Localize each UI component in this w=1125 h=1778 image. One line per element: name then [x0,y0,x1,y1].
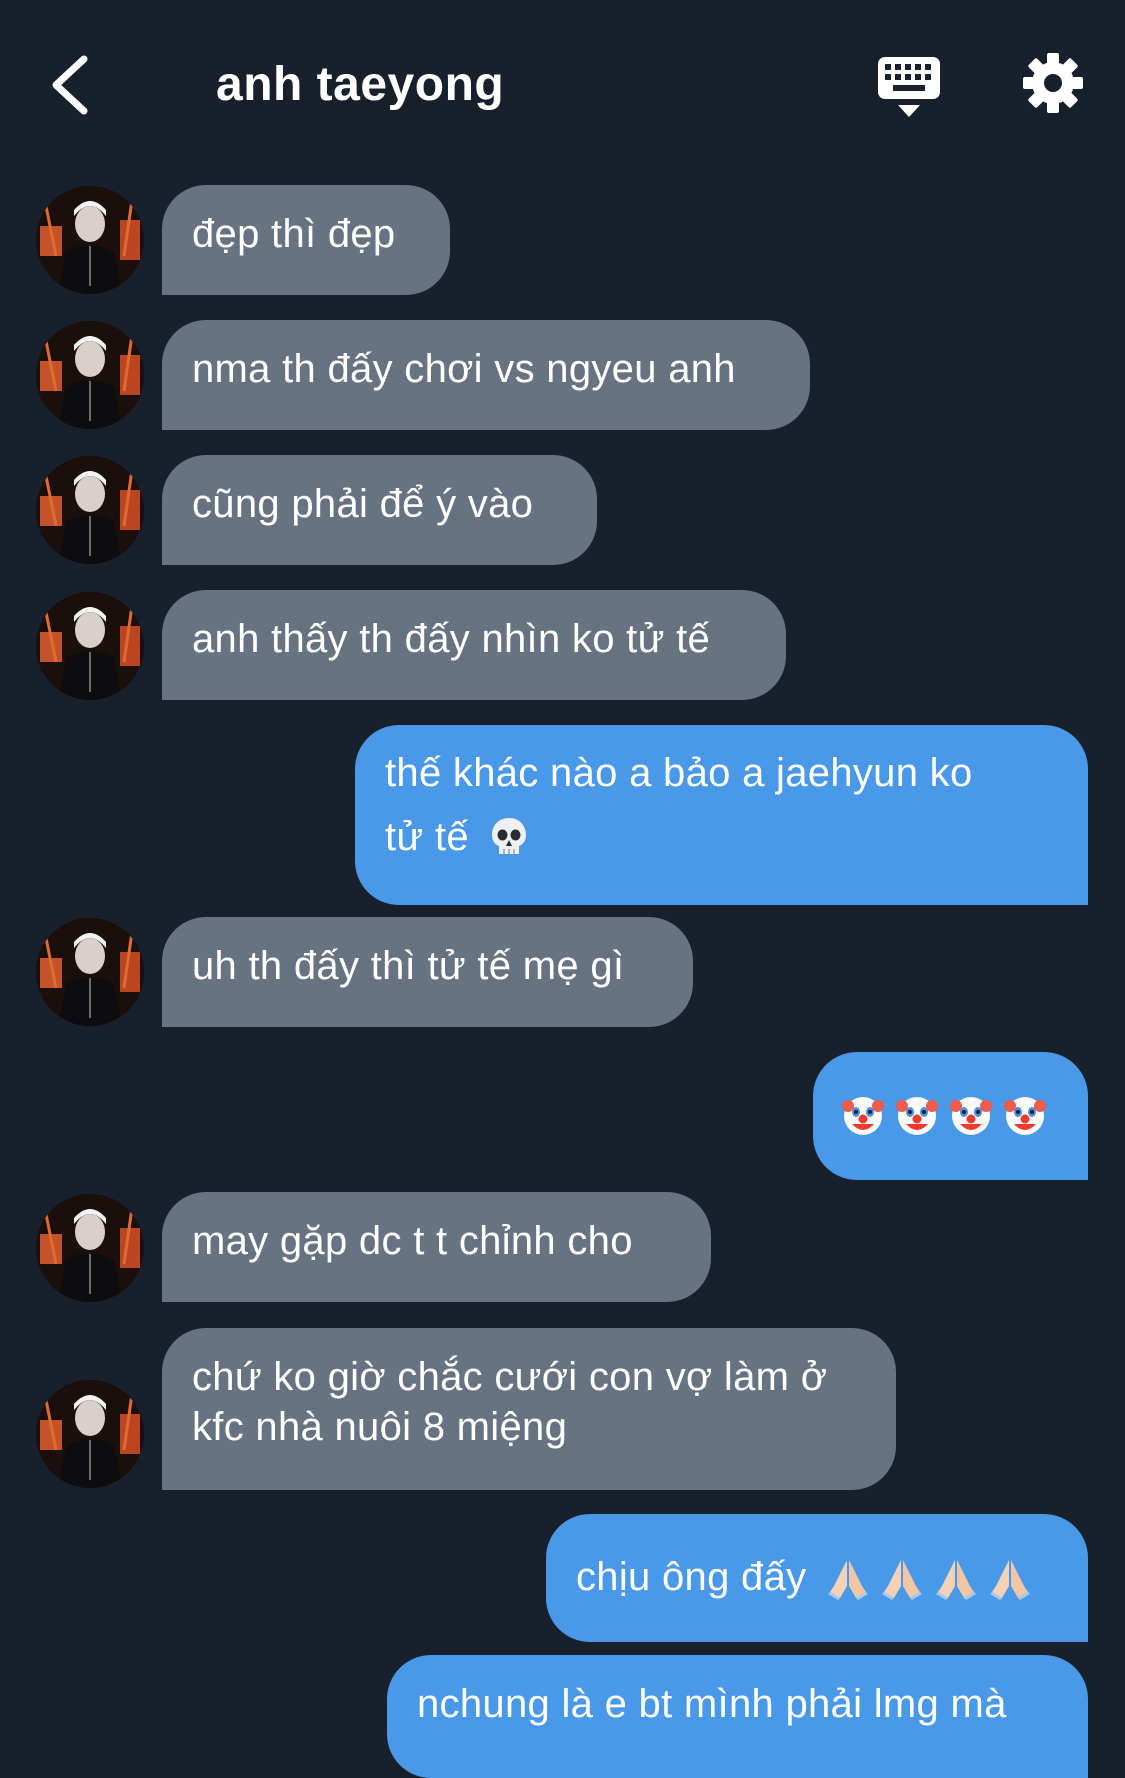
incoming-message[interactable]: anh thấy th đấy nhìn ko tử tế [162,590,786,700]
message-text: kfc nhà nuôi 8 miệng [192,1405,568,1449]
avatar[interactable] [36,592,144,700]
clown-face-emoji [896,1097,938,1135]
message-text: chịu ông đấy [576,1555,807,1599]
avatar[interactable] [36,918,144,1026]
avatar[interactable] [36,1194,144,1302]
message-text: tử tế [385,815,469,859]
incoming-message[interactable]: nma th đấy chơi vs ngyeu anh [162,320,810,430]
back-button[interactable] [40,50,100,120]
avatar[interactable] [36,456,144,564]
skull-emoji [492,818,527,854]
incoming-message[interactable]: may gặp dc t t chỉnh cho [162,1192,711,1302]
message-text: thế khác nào a bảo a jaehyun ko [385,751,973,795]
message-text: chứ ko giờ chắc cưới con vợ làm ở [192,1355,828,1399]
chevron-left-icon [52,55,88,115]
incoming-message[interactable]: cũng phải để ý vào [162,455,597,565]
outgoing-message[interactable]: chịu ông đấy [546,1514,1088,1642]
incoming-message[interactable]: đẹp thì đẹp [162,185,450,295]
avatar[interactable] [36,1380,144,1488]
clown-face-emoji [1004,1097,1046,1135]
clown-face-emoji [950,1097,992,1135]
message-text: đẹp thì đẹp [192,212,396,256]
message-text: anh thấy th đấy nhìn ko tử tế [192,617,711,661]
folded-hands-emoji [935,1560,976,1600]
avatar[interactable] [36,186,144,294]
message-text: cũng phải để ý vào [192,482,534,526]
emoji-row [841,1094,1058,1138]
message-text: may gặp dc t t chỉnh cho [192,1219,633,1263]
chat-title[interactable]: anh taeyong [216,52,504,118]
folded-hands-emoji [881,1560,922,1600]
avatar[interactable] [36,321,144,429]
message-text: nma th đấy chơi vs ngyeu anh [192,347,736,391]
folded-hands-emoji [827,1560,868,1600]
incoming-message[interactable]: chứ ko giờ chắc cưới con vợ làm ở kfc nh… [162,1328,896,1490]
clown-face-emoji [842,1097,884,1135]
outgoing-message[interactable]: thế khác nào a bảo a jaehyun ko tử tế [355,725,1088,905]
chat-header: anh taeyong [0,0,1125,160]
settings-button[interactable] [1022,52,1084,114]
incoming-message[interactable]: uh th đấy thì tử tế mẹ gì [162,917,693,1027]
gear-icon [1023,53,1083,113]
emoji-row [826,1556,1032,1600]
outgoing-message[interactable] [813,1052,1088,1180]
message-text: nchung là e bt mình phải lmg mà [417,1682,1007,1726]
keyboard-icon [878,57,940,117]
folded-hands-emoji [989,1560,1030,1600]
message-text: uh th đấy thì tử tế mẹ gì [192,944,625,988]
outgoing-message[interactable]: nchung là e bt mình phải lmg mà [387,1655,1088,1778]
keyboard-button[interactable] [876,55,942,121]
